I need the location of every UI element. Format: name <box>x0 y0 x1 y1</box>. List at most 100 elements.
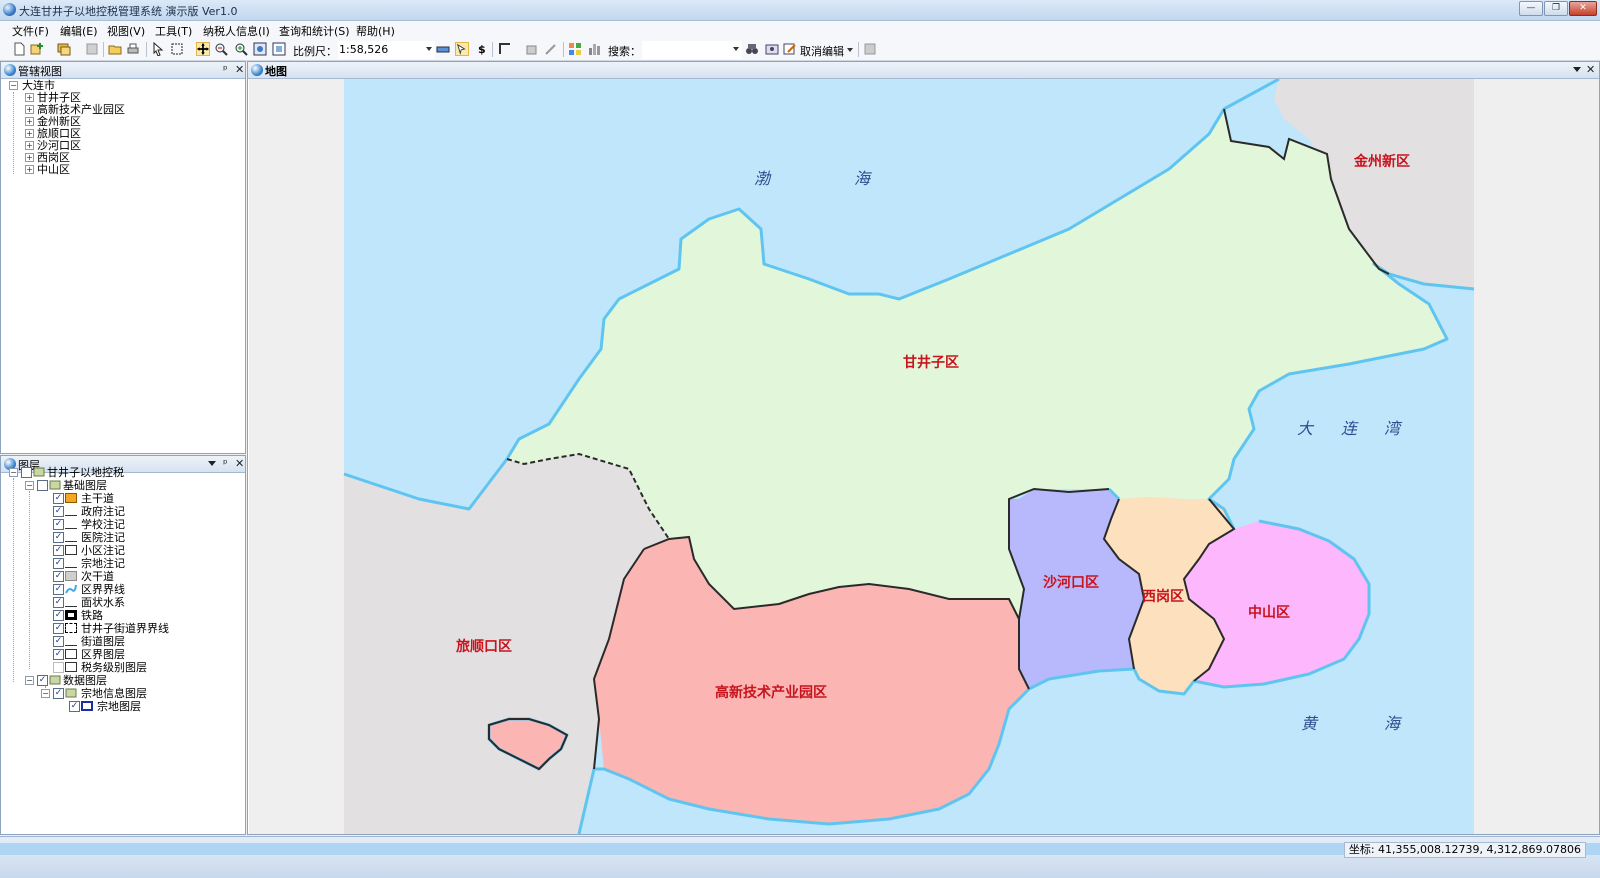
expand-icon[interactable]: + <box>25 153 34 162</box>
layer-checkbox[interactable]: ✓ <box>53 597 64 608</box>
rect-symbol-icon <box>65 545 77 555</box>
full-extent-icon[interactable] <box>253 42 267 56</box>
maximize-button[interactable]: ❐ <box>1544 1 1568 16</box>
expand-icon[interactable]: + <box>25 105 34 114</box>
save-edits-icon[interactable] <box>863 42 877 56</box>
map-title: 地图 <box>265 65 287 78</box>
collapse-icon[interactable]: − <box>25 481 34 490</box>
chevron-down-icon[interactable] <box>1573 67 1581 73</box>
dollar-icon[interactable]: $ <box>478 43 486 56</box>
pan-icon[interactable] <box>196 42 210 56</box>
chevron-down-icon[interactable] <box>208 461 216 467</box>
collapse-icon[interactable]: − <box>9 468 18 477</box>
print-icon[interactable] <box>126 42 140 56</box>
collapse-icon[interactable]: − <box>41 689 50 698</box>
layer-group-icon <box>49 480 61 490</box>
layer-checkbox[interactable]: ✓ <box>53 623 64 634</box>
toolbar: 比例尺： 1:58,526 $ 搜索： 取消编辑 <box>0 39 1600 61</box>
chevron-down-icon[interactable] <box>846 46 854 54</box>
edit-feature-icon[interactable] <box>525 42 539 56</box>
title-bar: 大连甘井子以地控税管理系统 演示版 Ver1.0 — ❐ ✕ <box>0 0 1600 21</box>
layer-checkbox[interactable]: ✓ <box>53 558 64 569</box>
menu-file[interactable]: 文件(F) <box>12 23 49 39</box>
layer-checkbox[interactable]: ✓ <box>53 688 64 699</box>
layer-checkbox[interactable]: ✓ <box>53 519 64 530</box>
menu-tools[interactable]: 工具(T) <box>155 23 192 39</box>
layer-checkbox[interactable]: ✓ <box>53 636 64 647</box>
binoculars-icon[interactable] <box>745 42 759 56</box>
label-ganjingzi: 甘井子区 <box>903 354 959 371</box>
open-folder-icon[interactable] <box>108 42 122 56</box>
label-shahekou: 沙河口区 <box>1043 574 1099 591</box>
expand-icon[interactable]: + <box>25 129 34 138</box>
layer-checkbox[interactable]: ✓ <box>53 532 64 543</box>
collapse-icon[interactable]: − <box>9 81 18 90</box>
map-header: 地图 ✕ <box>248 62 1599 79</box>
pin-icon[interactable]: ᵖ <box>223 457 228 470</box>
blue-line-symbol-icon <box>65 584 77 594</box>
add-data-icon[interactable] <box>30 42 44 56</box>
layer-checkbox[interactable]: ✓ <box>53 610 64 621</box>
zoom-out-icon[interactable] <box>214 42 228 56</box>
refresh-map-icon[interactable] <box>272 42 286 56</box>
search-combo[interactable] <box>642 41 742 59</box>
menu-query-statistics[interactable]: 查询和统计(S) <box>279 23 350 39</box>
layer-checkbox[interactable] <box>21 467 32 478</box>
sketch-tool-icon[interactable] <box>544 42 558 56</box>
line-symbol-icon <box>65 519 77 529</box>
statistics-icon[interactable] <box>587 42 601 56</box>
edit-vertex-icon[interactable] <box>498 42 512 56</box>
rect-symbol-icon <box>65 662 77 672</box>
dashed-rect-symbol-icon <box>65 623 77 633</box>
layer-checkbox[interactable] <box>37 480 48 491</box>
snapshot-icon[interactable] <box>765 42 779 56</box>
layer-checkbox[interactable]: ✓ <box>53 649 64 660</box>
cancel-edit-button[interactable]: 取消编辑 <box>800 43 844 59</box>
new-document-icon[interactable] <box>12 42 26 56</box>
layer-checkbox[interactable]: ✓ <box>53 545 64 556</box>
legend-grid-icon[interactable] <box>568 42 582 56</box>
rect-select-icon[interactable] <box>170 42 184 56</box>
line-symbol-icon <box>65 558 77 568</box>
sea-label-huanghai: 海 <box>1384 714 1402 733</box>
select-arrow-icon[interactable] <box>151 42 165 56</box>
layer-checkbox[interactable]: ✓ <box>53 571 64 582</box>
expand-icon[interactable]: + <box>25 165 34 174</box>
sea-label-bohai: 渤 <box>754 169 772 188</box>
layer-checkbox[interactable]: ✓ <box>53 506 64 517</box>
menu-view[interactable]: 视图(V) <box>107 23 145 39</box>
close-icon[interactable]: ✕ <box>235 63 244 76</box>
menu-taxpayer-info[interactable]: 纳税人信息(I) <box>203 23 270 39</box>
identify-icon[interactable] <box>455 42 469 56</box>
cancel-edit-icon[interactable] <box>783 42 797 56</box>
grey-fill-symbol-icon <box>65 571 77 581</box>
scale-combo[interactable]: 1:58,526 <box>338 41 435 59</box>
line-symbol-icon <box>65 506 77 516</box>
measure-icon[interactable] <box>436 42 450 56</box>
coordinate-readout: 坐标: 41,355,008.12739, 4,312,869.07806 <box>1343 842 1586 858</box>
globe-icon <box>4 64 16 76</box>
layer-checkbox[interactable]: ✓ <box>69 701 80 712</box>
minimize-button[interactable]: — <box>1519 1 1543 16</box>
scale-label: 比例尺： <box>293 45 337 58</box>
layer-checkbox[interactable] <box>53 662 64 673</box>
layer-tool-icon[interactable] <box>57 42 71 56</box>
collapse-icon[interactable]: − <box>25 676 34 685</box>
close-icon[interactable]: ✕ <box>235 457 244 470</box>
menu-help[interactable]: 帮助(H) <box>356 23 395 39</box>
close-icon[interactable]: ✕ <box>1586 63 1595 76</box>
pin-icon[interactable]: ᵖ <box>223 63 228 76</box>
layer-checkbox[interactable]: ✓ <box>37 675 48 686</box>
layer-group-icon <box>49 675 61 685</box>
map-canvas[interactable]: 甘井子区 金州新区 旅顺口区 高新技术产业园区 沙河口区 西岗区 中山区 渤 海… <box>249 79 1599 834</box>
expand-icon[interactable]: + <box>25 141 34 150</box>
sea-label-bohai: 海 <box>854 169 872 188</box>
zoom-in-icon[interactable] <box>234 42 248 56</box>
menu-edit[interactable]: 编辑(E) <box>60 23 98 39</box>
remove-layer-icon[interactable] <box>85 42 99 56</box>
expand-icon[interactable]: + <box>25 93 34 102</box>
expand-icon[interactable]: + <box>25 117 34 126</box>
close-button[interactable]: ✕ <box>1569 1 1597 16</box>
layer-checkbox[interactable]: ✓ <box>53 584 64 595</box>
layer-checkbox[interactable]: ✓ <box>53 493 64 504</box>
